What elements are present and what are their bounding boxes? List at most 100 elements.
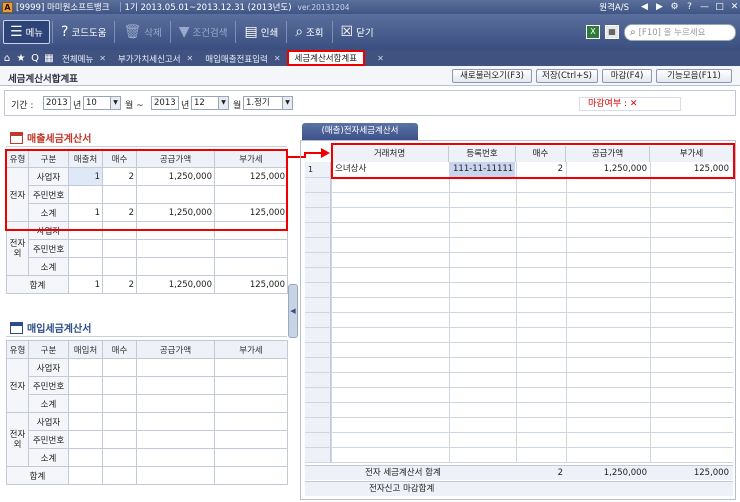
purchase-table: 유형 구분 매입처 매수 공급가액 부가세 전자 사업자 주민번호 소계 전자외 사… xyxy=(6,340,288,485)
tab-tax-invoice-summary[interactable]: 세금계산서합계표 xyxy=(286,50,366,66)
sheets-cell[interactable]: 2 xyxy=(517,162,563,177)
save-button[interactable]: 저장(Ctrl+S) xyxy=(536,69,598,83)
table-row: 소계 xyxy=(7,257,288,276)
partner-name-cell[interactable]: 으녀상사 xyxy=(335,162,445,177)
close-active-tab[interactable]: ✕ xyxy=(365,51,390,66)
star-icon[interactable]: ★ xyxy=(14,52,28,66)
tab-vat-report[interactable]: 부가가치세신고서 ✕ xyxy=(112,51,199,66)
start-year-input[interactable]: 2013 xyxy=(43,96,71,110)
sales-section-title: 매출세금계산서 xyxy=(10,130,91,145)
vat-cell[interactable]: 125,000 xyxy=(651,162,729,177)
row-number xyxy=(305,178,331,192)
col-header: 공급가액 xyxy=(136,340,215,359)
close-tab-icon[interactable]: ✕ xyxy=(377,54,384,63)
year-suffix: 년 xyxy=(73,101,82,111)
calendar-icon xyxy=(10,131,23,144)
filter-icon: ▼ xyxy=(178,24,190,40)
reload-button[interactable]: 새로불러오기(F3) xyxy=(452,69,532,83)
table-row: 소계 1 2 1,250,000 125,000 xyxy=(7,203,288,222)
menu-button[interactable]: ☰ 메뉴 xyxy=(3,20,51,44)
supply-cell[interactable]: 1,250,000 xyxy=(567,162,647,177)
close-tab-icon[interactable]: ✕ xyxy=(274,54,281,63)
calendar-icon xyxy=(10,321,23,334)
row-divider xyxy=(305,177,733,178)
main-toolbar: ☰ 메뉴 ? 코드도움 🗑 삭제 ▼ 조건검색 ▤ 인쇄 ⌕ 조회 ☒ 닫기 X ▦ ⌕ [F1… xyxy=(0,14,740,50)
close-tab-icon[interactable]: ✕ xyxy=(187,54,194,63)
row-divider xyxy=(305,297,733,298)
maximize-icon[interactable]: □ xyxy=(714,2,725,12)
col-header: 매수 xyxy=(516,146,566,162)
table-row: 전자 사업자 xyxy=(6,358,288,413)
menu-search-input[interactable]: ⌕ [F10] 을 누르세요 xyxy=(624,23,736,41)
col-header: 유형 xyxy=(6,149,29,168)
detail-tab[interactable]: (매출)전자세금계산서 xyxy=(302,123,418,140)
row-number xyxy=(305,343,331,357)
sales-table: 유형 구분 매출처 매수 공급가액 부가세 전자 사업자 1 2 1,250,0… xyxy=(6,149,288,294)
total-row: 합계 1 2 1,250,000 125,000 xyxy=(6,275,288,294)
fiscal-period[interactable]: 1기 2013.05.01~2013.12.31 (2013년도) xyxy=(125,1,292,13)
collapse-panel-handle[interactable]: ◀ xyxy=(288,284,298,338)
quarter-select[interactable]: 1.정기 ▼ xyxy=(243,96,293,110)
start-month-select[interactable]: 10 ▼ xyxy=(83,96,121,110)
condition-search-button[interactable]: ▼ 조건검색 xyxy=(173,19,234,45)
closing-status: 마감여부 : ✕ xyxy=(579,97,681,111)
close-window-icon[interactable]: ✕ xyxy=(729,2,740,12)
table-row: 주민번호 xyxy=(7,239,288,258)
calculator-icon[interactable]: ▦ xyxy=(605,25,619,39)
row-divider xyxy=(305,312,733,313)
reg-number-cell[interactable]: 111-11-11111 xyxy=(450,162,515,177)
row-number xyxy=(305,403,331,417)
code-help-button[interactable]: ? 코드도움 xyxy=(55,19,112,45)
row-number xyxy=(305,433,331,447)
next-icon[interactable]: ▶ xyxy=(654,2,665,12)
hamburger-icon: ☰ xyxy=(10,24,23,40)
close-button[interactable]: ☒ 닫기 xyxy=(335,19,380,45)
version-label: ver.20131204 xyxy=(297,2,350,12)
month-range-label: 월 ~ xyxy=(125,101,144,111)
divider xyxy=(119,2,121,12)
minimize-icon[interactable]: — xyxy=(699,2,710,12)
remote-help-link[interactable]: 원격A/S xyxy=(599,1,629,13)
prev-icon[interactable]: ◀ xyxy=(639,2,650,12)
col-header: 공급가액 xyxy=(566,146,650,162)
print-button[interactable]: ▤ 인쇄 xyxy=(238,19,284,45)
row-number xyxy=(305,448,331,462)
view-button[interactable]: ⌕ 조회 xyxy=(289,19,329,45)
excel-icon[interactable]: X xyxy=(586,25,600,39)
col-header: 유형 xyxy=(6,340,29,359)
close-tab-icon[interactable]: ✕ xyxy=(99,54,106,63)
col-header: 매출처 xyxy=(68,149,103,168)
col-header: 거래처명 xyxy=(331,146,449,162)
row-divider xyxy=(305,447,733,448)
function-menu-button[interactable]: 기능모음(F11) xyxy=(656,69,732,83)
row-divider xyxy=(305,207,733,208)
help-icon[interactable]: ? xyxy=(684,2,695,12)
search-tab-icon[interactable]: Q xyxy=(28,52,42,66)
year-suffix: 년 xyxy=(181,101,190,111)
col-header: 등록번호 xyxy=(449,146,516,162)
chevron-down-icon[interactable]: ▼ xyxy=(110,97,120,109)
close-period-button[interactable]: 마감(F4) xyxy=(602,69,652,83)
chevron-down-icon[interactable]: ▼ xyxy=(218,97,228,109)
row-number xyxy=(305,418,331,432)
end-month-select[interactable]: 12 ▼ xyxy=(191,96,229,110)
title-bar: A [9999] 마미원소프트뱅크 1기 2013.05.01~2013.12.… xyxy=(0,0,740,14)
row-number xyxy=(305,388,331,402)
home-icon[interactable]: ⌂ xyxy=(0,52,14,66)
tab-voucher-input[interactable]: 매입매출전표입력 ✕ xyxy=(199,51,286,66)
end-year-input[interactable]: 2013 xyxy=(151,96,179,110)
magnifier-icon: ⌕ xyxy=(295,24,304,40)
delete-button[interactable]: 🗑 삭제 xyxy=(117,19,167,45)
month-suffix: 월 xyxy=(233,101,242,111)
row-divider xyxy=(305,237,733,238)
col-header: 매입처 xyxy=(68,340,103,359)
row-number: 1 xyxy=(305,162,331,177)
row-divider xyxy=(305,327,733,328)
tab-all-menu[interactable]: 전체메뉴 ✕ xyxy=(56,51,112,66)
row-divider xyxy=(305,267,733,268)
row-divider xyxy=(305,222,733,223)
row-divider xyxy=(305,192,733,193)
chevron-down-icon[interactable]: ▼ xyxy=(282,97,292,109)
calendar-tab-icon[interactable]: ▦ xyxy=(42,52,56,66)
settings-icon[interactable]: ⚙ xyxy=(669,2,680,12)
